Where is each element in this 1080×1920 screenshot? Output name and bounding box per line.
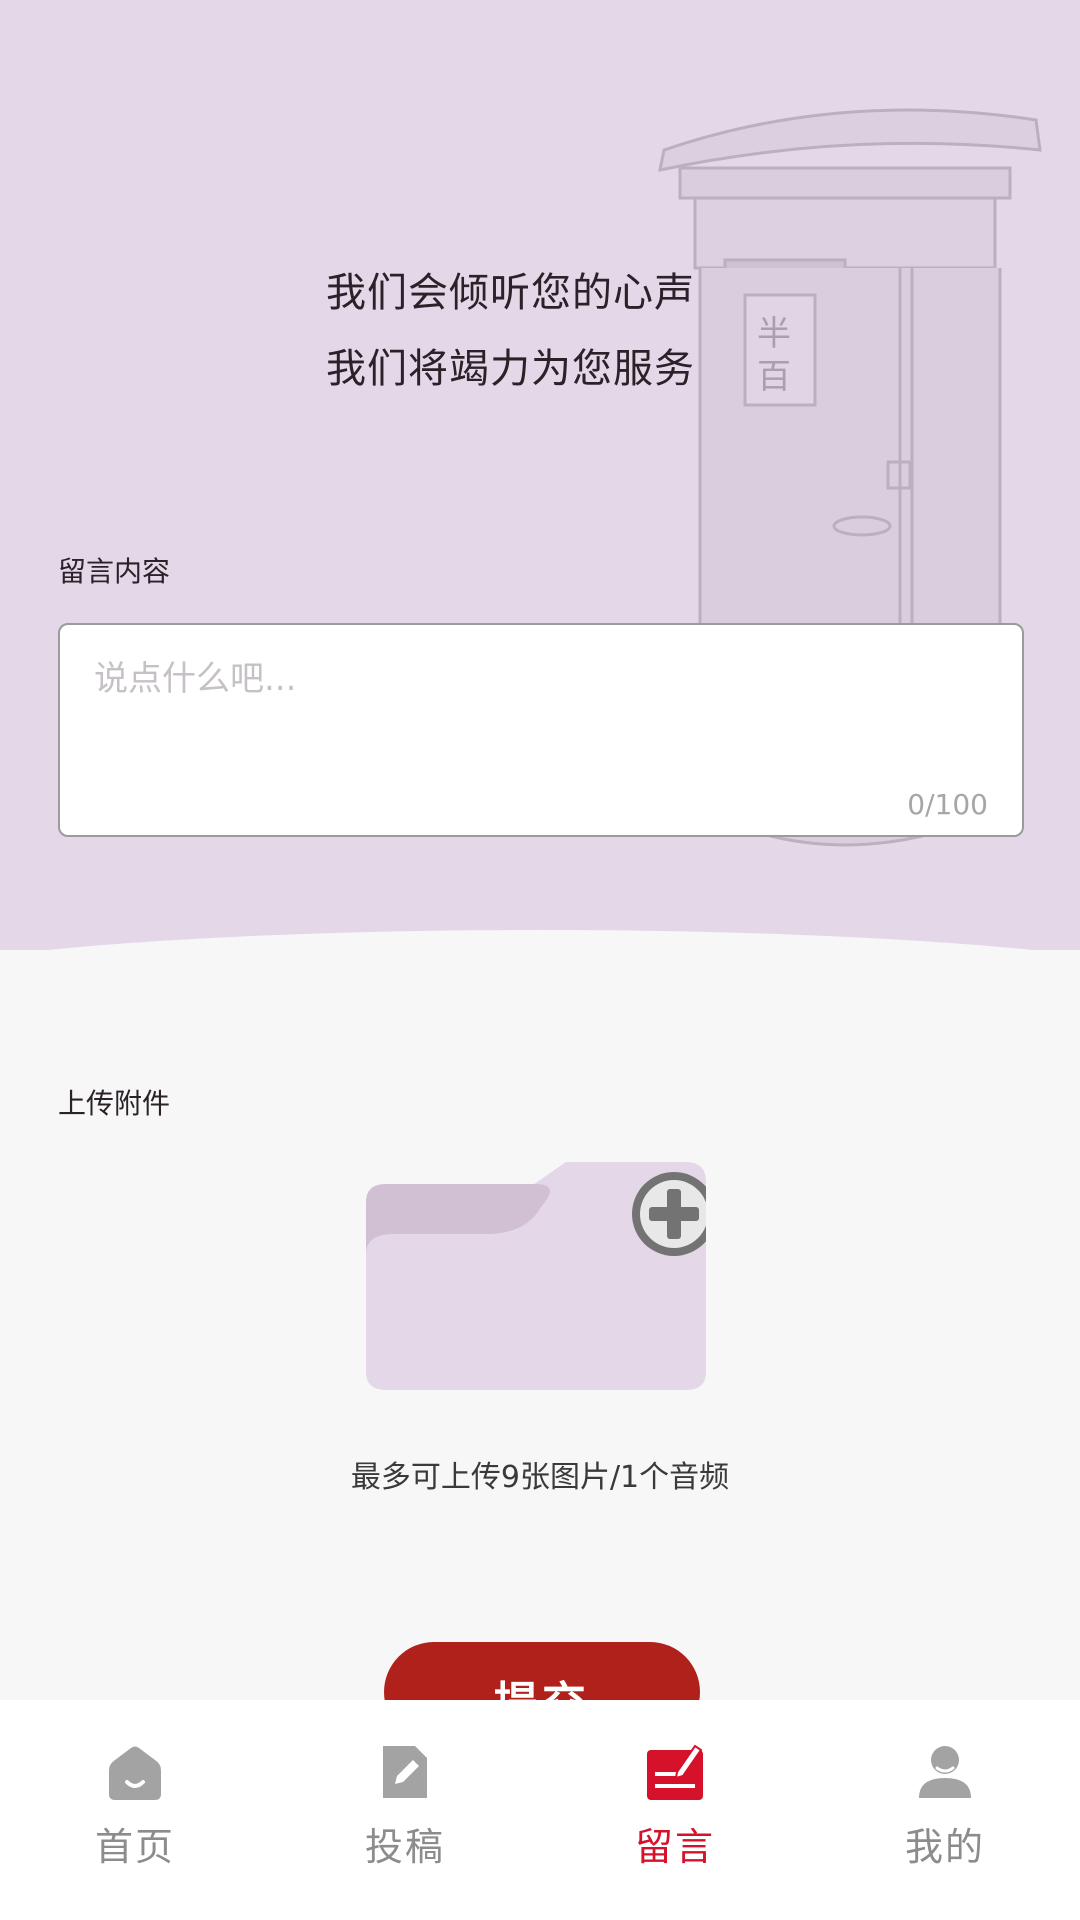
message-page: 半 百 我们会倾听您的心声 我们将竭力为您服务 留言内容 0/100 上传附件 … [0,0,1080,1920]
slogan-line-2: 我们将竭力为您服务 [326,346,695,392]
message-edit-icon [647,1744,703,1800]
slogan-line-1: 我们会倾听您的心声 [326,270,695,316]
tab-message-label: 留言 [634,1825,715,1869]
edit-document-icon [383,1746,427,1798]
message-input[interactable] [60,625,1022,835]
tab-home-label: 首页 [94,1825,175,1869]
user-icon [919,1746,971,1798]
upload-folder-button[interactable] [366,1162,706,1390]
upload-hint: 最多可上传9张图片/1个音频 [350,1460,730,1495]
hero-curve [0,930,1080,950]
tab-contribute-label: 投稿 [364,1825,445,1869]
message-box: 0/100 [58,623,1024,837]
tab-mine-label: 我的 [904,1825,985,1869]
char-counter: 0/100 [907,788,988,821]
tab-message[interactable]: 留言 [540,1700,810,1920]
home-icon [109,1746,161,1800]
tab-contribute[interactable]: 投稿 [270,1700,540,1920]
upload-label: 上传附件 [58,1087,171,1120]
tab-mine[interactable]: 我的 [810,1700,1080,1920]
message-label: 留言内容 [58,555,171,588]
bottom-tab-bar: 首页 投稿 留言 我的 [0,1700,1080,1920]
tab-home[interactable]: 首页 [0,1700,270,1920]
